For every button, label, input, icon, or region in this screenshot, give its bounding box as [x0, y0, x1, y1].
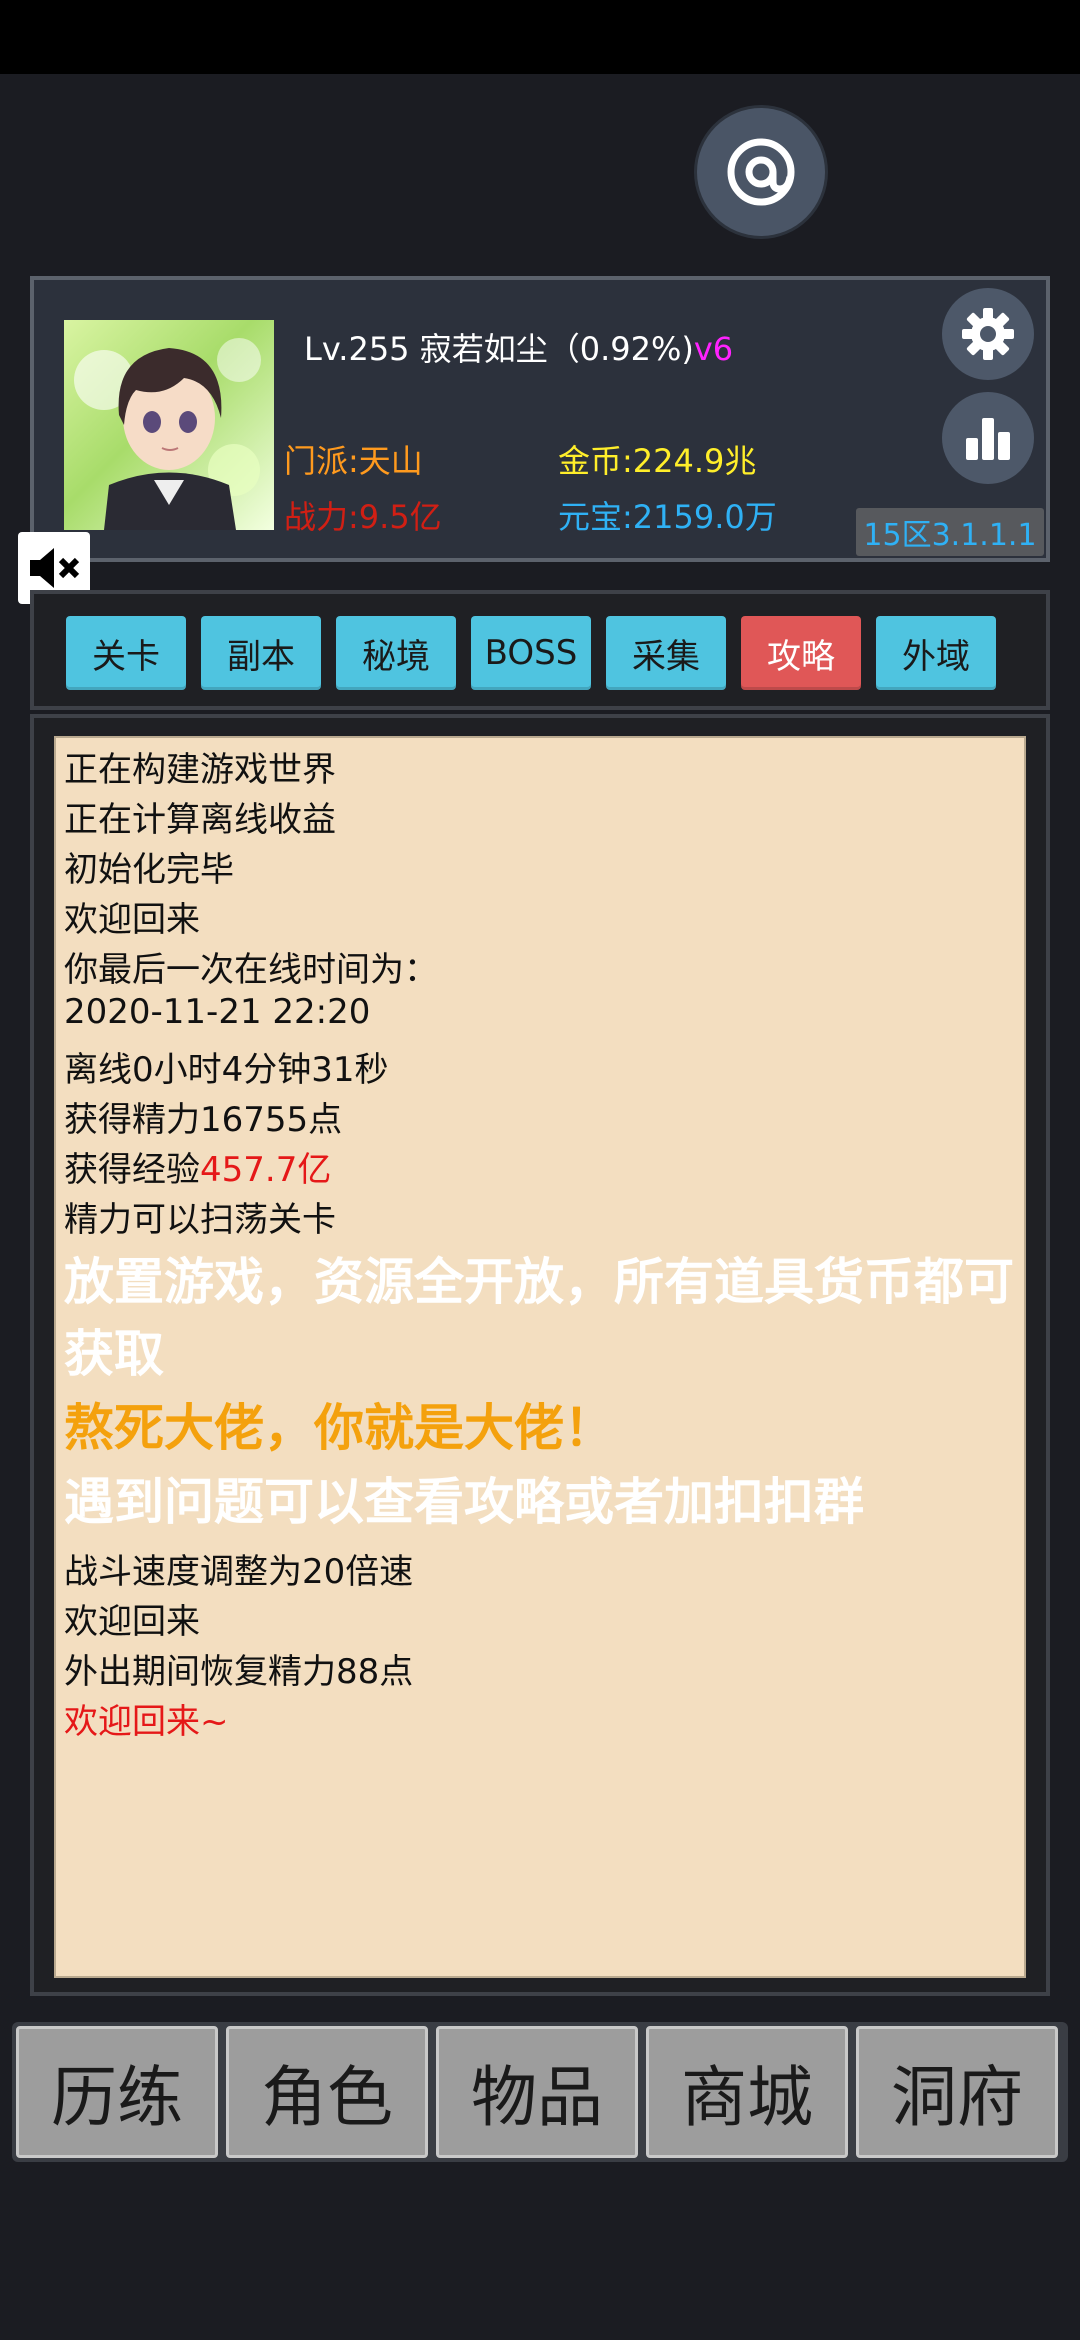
exp-value: 457.7亿 [200, 1150, 332, 1190]
nav-character[interactable]: 角色 [226, 2026, 428, 2158]
tab-boss[interactable]: BOSS [471, 616, 591, 690]
log-line: 获得精力16755点 [64, 1100, 343, 1140]
message-log[interactable]: 正在构建游戏世界 正在计算离线收益 初始化完毕 欢迎回来 你最后一次在线时间为：… [54, 736, 1026, 1978]
log-line: 战斗速度调整为20倍速 [64, 1552, 414, 1592]
tab-gather[interactable]: 采集 [606, 616, 726, 690]
log-line: 欢迎回来~ [64, 1702, 229, 1742]
vip-level: v6 [693, 330, 734, 368]
server-label[interactable]: 15区3.1.1.1 [856, 508, 1044, 556]
log-line: 2020-11-21 22:20 [64, 992, 371, 1032]
log-line: 外出期间恢复精力88点 [64, 1652, 414, 1692]
log-line: 熬死大佬，你就是大佬！ [64, 1399, 614, 1457]
tab-secret-realm[interactable]: 秘境 [336, 616, 456, 690]
tab-stages[interactable]: 关卡 [66, 616, 186, 690]
tab-guide[interactable]: 攻略 [741, 616, 861, 690]
log-line: 初始化完毕 [64, 850, 234, 890]
combat-power: 战力:9.5亿 [284, 498, 442, 536]
settings-button[interactable] [942, 288, 1034, 380]
log-line: 正在构建游戏世界 [64, 750, 336, 790]
at-icon [727, 138, 795, 206]
nav-cave[interactable]: 洞府 [856, 2026, 1058, 2158]
status-bar [0, 0, 1080, 74]
log-line: 欢迎回来 [64, 1602, 200, 1642]
log-line: 离线0小时4分钟31秒 [64, 1050, 389, 1090]
gold-amount: 金币:224.9兆 [558, 442, 757, 480]
log-line: 获取 [64, 1325, 164, 1383]
log-line: 遇到问题可以查看攻略或者加扣扣群 [64, 1473, 864, 1531]
log-line: 获得经验457.7亿 [64, 1150, 332, 1190]
log-line: 精力可以扫荡关卡 [64, 1200, 336, 1240]
log-line: 放置游戏，资源全开放，所有道具货币都可 [64, 1253, 1014, 1311]
log-line: 欢迎回来 [64, 900, 200, 940]
player-header: Lv.255 寂若如尘（0.92%)v6 门派:天山 金币:224.9兆 战力:… [30, 276, 1050, 562]
nav-shop[interactable]: 商城 [646, 2026, 848, 2158]
ranking-button[interactable] [942, 392, 1034, 484]
gear-icon [962, 308, 1014, 360]
player-level-name: Lv.255 寂若如尘（0.92%)v6 [304, 330, 734, 368]
log-line: 你最后一次在线时间为： [64, 950, 438, 990]
player-avatar[interactable] [64, 320, 274, 530]
tab-dungeon[interactable]: 副本 [201, 616, 321, 690]
yuanbao-amount: 元宝:2159.0万 [558, 498, 777, 536]
at-button[interactable] [697, 108, 825, 236]
tab-outer-domain[interactable]: 外域 [876, 616, 996, 690]
bar-chart-icon [966, 418, 1010, 460]
sect-label: 门派:天山 [284, 442, 423, 480]
mute-speaker-icon [30, 548, 80, 588]
bottom-nav: 历练 角色 物品 商城 洞府 [12, 2022, 1068, 2162]
nav-items[interactable]: 物品 [436, 2026, 638, 2158]
message-log-panel: 正在构建游戏世界 正在计算离线收益 初始化完毕 欢迎回来 你最后一次在线时间为：… [30, 714, 1050, 1996]
log-line: 正在计算离线收益 [64, 800, 336, 840]
nav-training[interactable]: 历练 [16, 2026, 218, 2158]
function-tab-bar: 关卡 副本 秘境 BOSS 采集 攻略 外域 [30, 590, 1050, 710]
